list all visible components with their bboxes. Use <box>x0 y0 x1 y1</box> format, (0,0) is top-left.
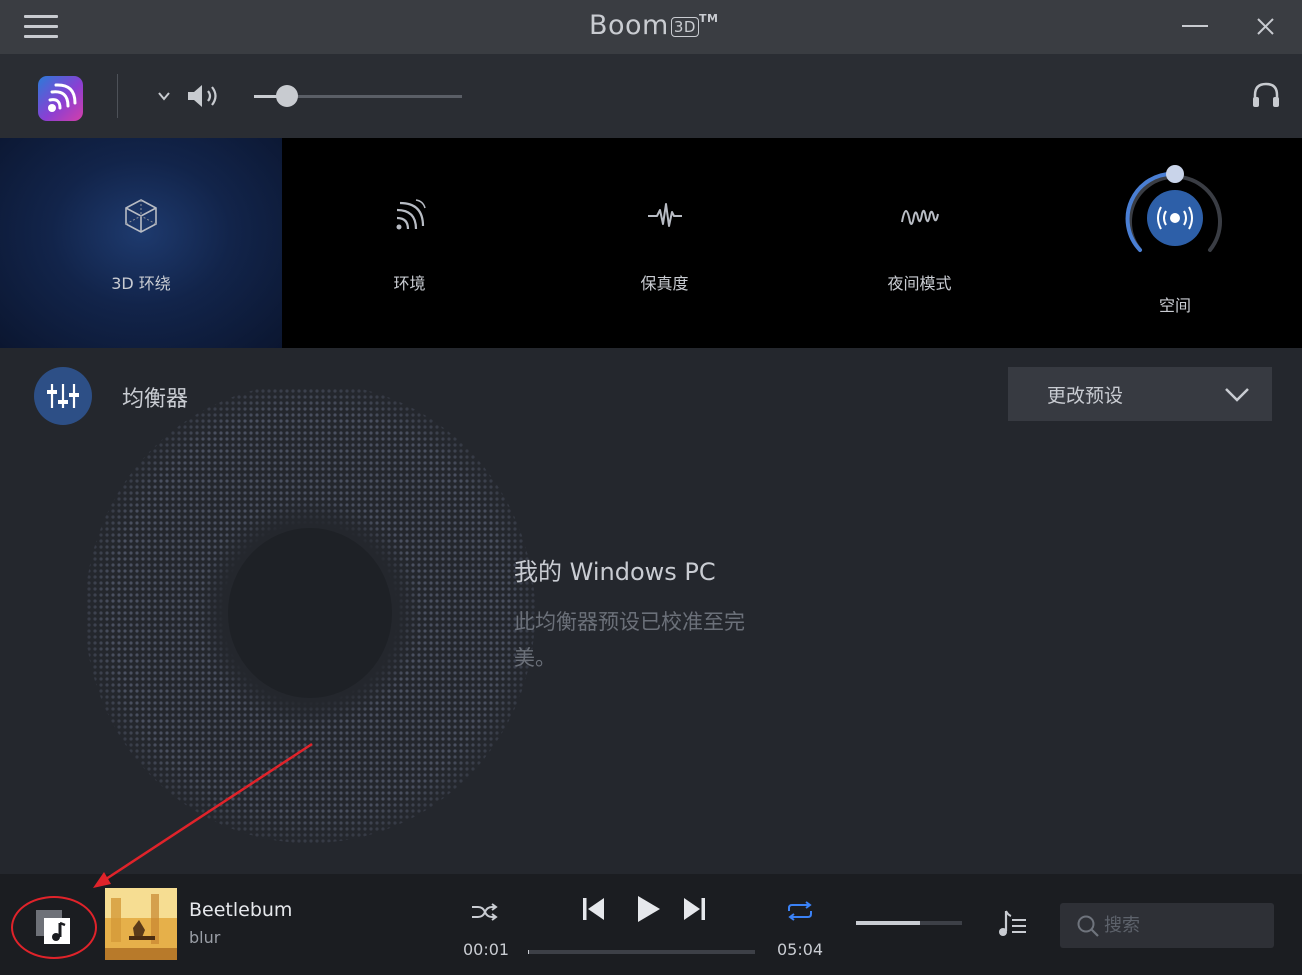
repeat-icon <box>788 901 812 921</box>
effect-fidelity[interactable]: 保真度 <box>537 138 792 348</box>
preset-dropdown-label: 更改预设 <box>1047 385 1124 407</box>
chevron-down-icon[interactable] <box>156 88 172 104</box>
effect-label: 保真度 <box>640 274 689 293</box>
skip-next-icon <box>684 898 705 920</box>
effect-label: 空间 <box>1158 296 1191 315</box>
effect-night-mode[interactable]: 夜间模式 <box>792 138 1047 348</box>
shuffle-icon <box>472 903 498 921</box>
speaker-icon[interactable] <box>186 82 220 110</box>
menu-icon[interactable] <box>24 15 58 39</box>
play-button[interactable] <box>636 894 662 928</box>
effect-label: 环境 <box>393 274 426 293</box>
effects-panel: 3D 环绕 环境 保真度 夜间模式 空间 <box>0 138 1302 348</box>
shuffle-button[interactable] <box>470 902 498 926</box>
cube-icon <box>121 196 161 236</box>
minimize-button[interactable] <box>1180 12 1210 42</box>
effect-ambience[interactable]: 环境 <box>282 138 537 348</box>
skip-previous-icon <box>583 898 604 920</box>
preset-description: 此均衡器预设已校准至完美。 <box>514 610 745 670</box>
track-title: Beetlebum <box>189 899 293 921</box>
minimize-icon <box>1182 25 1208 27</box>
volume-slider[interactable] <box>254 85 462 107</box>
player-volume-slider[interactable] <box>856 921 962 925</box>
playlist-icon <box>999 910 1026 936</box>
equalizer-sliders-icon <box>47 384 79 408</box>
repeat-button[interactable] <box>786 900 814 926</box>
playlist-button[interactable] <box>998 907 1028 943</box>
spatial-dial[interactable] <box>1120 164 1230 274</box>
total-time: 05:04 <box>777 940 824 959</box>
album-art-image <box>105 888 177 960</box>
ambience-icon <box>390 196 430 236</box>
progress-bar[interactable] <box>528 950 755 954</box>
divider <box>117 74 118 118</box>
volume-bar <box>0 54 1302 138</box>
app-logo[interactable] <box>38 76 83 121</box>
player-volume-fill <box>856 921 920 925</box>
elapsed-time: 00:01 <box>463 940 510 959</box>
app-title-badge: 3D <box>670 17 699 37</box>
close-button[interactable] <box>1251 12 1281 42</box>
title-bar: Boom 3D TM <box>0 0 1302 54</box>
next-button[interactable] <box>682 896 706 926</box>
search-icon <box>1077 915 1099 937</box>
trademark: TM <box>698 12 719 25</box>
preset-title: 我的 Windows PC <box>514 558 716 586</box>
effect-3d-surround[interactable]: 3D 环绕 <box>0 138 282 348</box>
search-input[interactable] <box>1104 911 1264 939</box>
equalizer-panel: 均衡器 更改预设 我的 Windows PC 此均衡器预设已校准至完美。 <box>0 348 1302 874</box>
equalizer-button[interactable] <box>34 367 92 425</box>
app-title-text: Boom <box>589 10 669 41</box>
search-box[interactable] <box>1060 903 1274 948</box>
player-bar: Beetlebum blur 00:01 05:04 搜索 <box>0 874 1302 975</box>
chevron-down-icon <box>1225 388 1249 402</box>
app-title: Boom 3D TM <box>589 10 718 41</box>
progress-bar-fill <box>528 950 529 954</box>
close-icon <box>1257 18 1274 35</box>
preset-dropdown[interactable]: 更改预设 <box>1008 367 1272 421</box>
album-art[interactable] <box>105 888 177 960</box>
play-icon <box>638 896 660 922</box>
equalizer-decor <box>85 388 535 843</box>
equalizer-title: 均衡器 <box>122 387 189 412</box>
previous-button[interactable] <box>582 896 606 926</box>
volume-slider-knob[interactable] <box>276 85 299 107</box>
effect-label: 夜间模式 <box>887 274 952 293</box>
fidelity-icon <box>645 196 685 236</box>
headphones-icon[interactable] <box>1251 80 1281 110</box>
effect-label: 3D 环绕 <box>111 274 171 293</box>
night-mode-icon <box>900 196 940 236</box>
annotation-circle <box>11 896 97 959</box>
boom-logo-icon <box>48 83 77 112</box>
track-artist: blur <box>189 928 221 947</box>
